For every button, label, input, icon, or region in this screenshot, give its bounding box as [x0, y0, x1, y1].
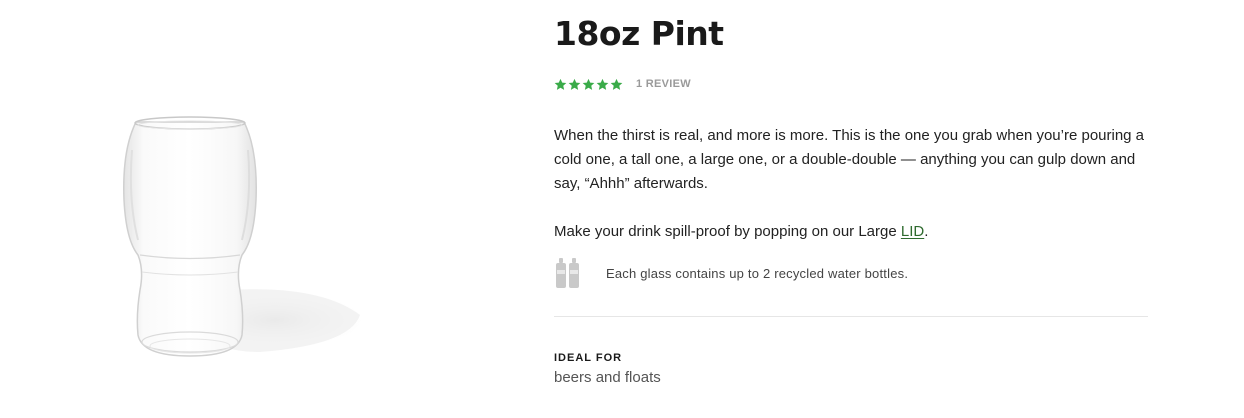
divider — [554, 316, 1148, 317]
product-image[interactable] — [80, 90, 400, 380]
ideal-for-value: beers and floats — [554, 369, 661, 386]
ideal-for-label: IDEAL FOR — [554, 352, 623, 364]
product-title: 18oz Pint — [554, 14, 724, 53]
lid-promo-suffix: . — [924, 223, 929, 240]
eco-text: Each glass contains up to 2 recycled wat… — [606, 265, 909, 281]
pint-glass-image — [123, 116, 370, 357]
star-icon — [568, 78, 581, 90]
rating-row: 1 REVIEW — [554, 76, 1148, 92]
lid-promo-text: Make your drink spill-proof by popping o… — [554, 220, 1148, 244]
star-rating[interactable] — [554, 78, 623, 91]
eco-info: Each glass contains up to 2 recycled wat… — [554, 256, 1148, 290]
water-bottles-icon — [556, 258, 579, 288]
product-info: 18oz Pint 1 REVIEW When the thirst is re… — [554, 0, 1148, 386]
lid-link[interactable]: LID — [901, 223, 924, 240]
product-page: 18oz Pint 1 REVIEW When the thirst is re… — [0, 0, 1244, 418]
star-icon — [596, 78, 609, 90]
lid-promo-prefix: Make your drink spill-proof by popping o… — [554, 223, 901, 240]
review-count-link[interactable]: 1 REVIEW — [636, 78, 691, 90]
star-icon — [582, 78, 595, 90]
product-description: When the thirst is real, and more is mor… — [554, 127, 1145, 192]
star-icon — [610, 78, 623, 90]
star-icon — [554, 78, 567, 90]
